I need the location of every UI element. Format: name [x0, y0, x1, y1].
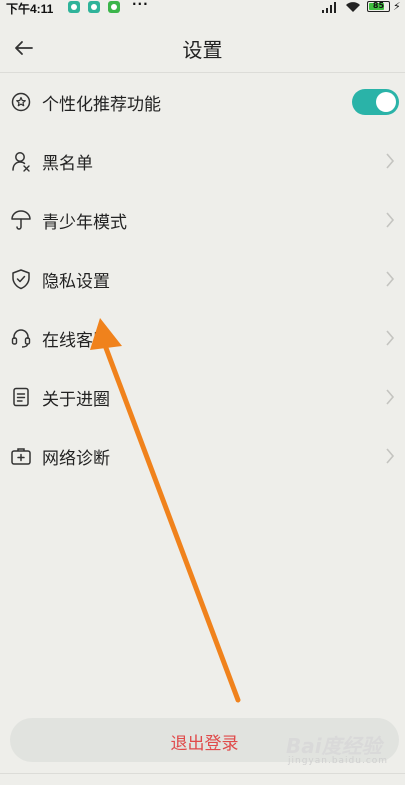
- setting-label: 青少年模式: [42, 213, 127, 233]
- chevron-right-icon: [386, 271, 395, 287]
- status-time: 下午4:11: [6, 2, 54, 16]
- wifi-icon: [346, 2, 360, 13]
- setting-label: 关于进圈: [42, 390, 110, 410]
- shield-check-icon: [12, 269, 30, 290]
- setting-label: 隐私设置: [42, 272, 110, 292]
- medkit-icon: [11, 448, 31, 465]
- headset-icon: [11, 329, 31, 348]
- setting-network-diagnosis[interactable]: 网络诊断: [0, 427, 405, 486]
- signal-icon: [322, 2, 336, 13]
- setting-label: 网络诊断: [42, 449, 110, 469]
- more-notifications: ···: [132, 0, 149, 11]
- watermark-url: jingyan.baidu.com: [288, 756, 389, 766]
- chevron-right-icon: [386, 389, 395, 405]
- page-title: 设置: [182, 38, 223, 62]
- setting-personalized-recommendation[interactable]: 个性化推荐功能: [0, 73, 405, 132]
- header: 设置: [0, 24, 405, 73]
- setting-label: 个性化推荐功能: [42, 95, 161, 115]
- battery-icon: 85: [367, 1, 390, 12]
- setting-about[interactable]: 关于进圈: [0, 368, 405, 427]
- setting-customer-service[interactable]: 在线客服: [0, 309, 405, 368]
- baidu-watermark: Bai度经验 jingyan.baidu.com: [268, 730, 389, 770]
- setting-label: 在线客服: [42, 331, 110, 351]
- chevron-right-icon: [386, 153, 395, 169]
- document-icon: [13, 387, 29, 407]
- battery-level: 85: [372, 1, 385, 10]
- bolt-icon: ⚡: [393, 0, 401, 13]
- chevron-right-icon: [386, 330, 395, 346]
- app-notification-icon: [88, 1, 100, 13]
- wechat-icon: [108, 1, 120, 13]
- status-bar: 下午4:11 ··· 85 ⚡: [0, 0, 405, 16]
- setting-label: 黑名单: [42, 154, 93, 174]
- chevron-right-icon: [386, 212, 395, 228]
- watermark-logo: Bai度经验: [286, 734, 382, 758]
- setting-privacy[interactable]: 隐私设置: [0, 250, 405, 309]
- umbrella-icon: [11, 210, 31, 230]
- star-shield-icon: [11, 92, 31, 112]
- user-block-icon: [12, 152, 30, 172]
- setting-blacklist[interactable]: 黑名单: [0, 132, 405, 191]
- setting-teen-mode[interactable]: 青少年模式: [0, 191, 405, 250]
- app-notification-icon: [68, 1, 80, 13]
- chevron-right-icon: [386, 448, 395, 464]
- recommendation-toggle[interactable]: [352, 89, 399, 115]
- divider: [0, 773, 405, 774]
